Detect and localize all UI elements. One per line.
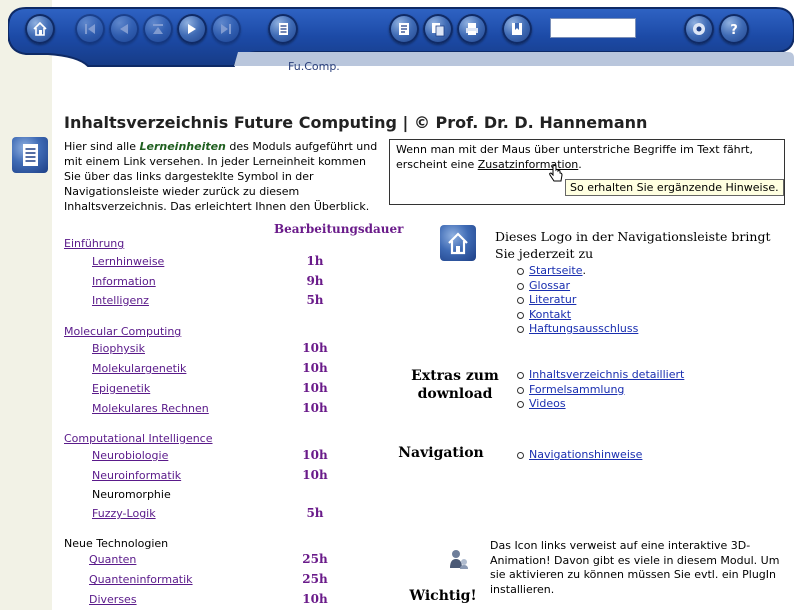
toc-item-epigenetik[interactable]: Epigenetik xyxy=(92,382,150,395)
logo-description: Dieses Logo in der Navigationsleiste bri… xyxy=(495,229,771,261)
contents-icon xyxy=(12,137,48,173)
duration-quanteninformatik: 25h xyxy=(302,572,328,586)
toc-item-intelligenz[interactable]: Intelligenz xyxy=(92,294,149,307)
toc-item-diverses[interactable]: Diverses xyxy=(89,593,137,606)
toc-item-molekulargenetik[interactable]: Molekulargenetik xyxy=(92,362,186,375)
home-button[interactable] xyxy=(25,14,55,44)
previous-page-button[interactable] xyxy=(109,14,139,44)
next-page-icon xyxy=(188,24,196,34)
list-item: Startseite. xyxy=(516,264,638,279)
duration-lernhinweise: 1h xyxy=(306,254,324,268)
last-page-icon xyxy=(221,24,231,34)
up-icon xyxy=(153,24,163,34)
module-map-button[interactable] xyxy=(684,14,714,44)
extras-heading: Extras zum download xyxy=(411,368,499,402)
print-button[interactable] xyxy=(457,14,487,44)
module-map-icon xyxy=(693,23,705,35)
duration-molekulares-rechnen: 10h xyxy=(302,401,328,415)
toc-item-quanten[interactable]: Quanten xyxy=(89,553,136,566)
list-item: Inhaltsverzeichnis detailliert xyxy=(516,368,684,383)
duration-fuzzy-logik: 5h xyxy=(306,506,324,520)
section-einfuehrung[interactable]: Einführung xyxy=(64,237,124,250)
intro-emphasis: Lerneinheiten xyxy=(139,140,226,153)
list-item: Videos xyxy=(516,397,684,412)
contents-button[interactable] xyxy=(268,14,298,44)
tooltip: So erhalten Sie ergänzende Hinweise. xyxy=(565,179,784,196)
glossary-button[interactable] xyxy=(423,14,453,44)
home-logo-icon xyxy=(440,225,476,261)
toc-item-neurobiologie[interactable]: Neurobiologie xyxy=(92,449,168,462)
last-page-button[interactable] xyxy=(211,14,241,44)
toc-item-fuzzy-logik[interactable]: Fuzzy-Logik xyxy=(92,507,156,520)
breadcrumb: Fu.Comp. xyxy=(288,60,340,73)
list-item: Glossar xyxy=(516,279,638,294)
link-inhaltsverzeichnis-detailliert[interactable]: Inhaltsverzeichnis detailliert xyxy=(529,368,684,381)
link-videos[interactable]: Videos xyxy=(529,397,566,410)
3d-animation-icon xyxy=(450,550,468,569)
notes-button[interactable] xyxy=(389,14,419,44)
animation-description: Das Icon links verweist auf eine interak… xyxy=(490,539,780,596)
duration-neurobiologie: 10h xyxy=(302,448,328,462)
duration-information: 9h xyxy=(306,274,324,288)
duration-neuroinformatik: 10h xyxy=(302,468,328,482)
logo-link-list: Startseite. Glossar Literatur Kontakt Ha… xyxy=(516,264,638,337)
link-glossar[interactable]: Glossar xyxy=(529,279,570,292)
list-item: Literatur xyxy=(516,293,638,308)
toc-item-neuroinformatik[interactable]: Neuroinformatik xyxy=(92,469,181,482)
toc-item-molekulares-rechnen[interactable]: Molekulares Rechnen xyxy=(92,402,209,415)
section-neue-technologien: Neue Technologien xyxy=(64,537,169,550)
up-button[interactable] xyxy=(143,14,173,44)
link-startseite[interactable]: Startseite xyxy=(529,264,583,277)
list-item: Formelsammlung xyxy=(516,383,684,398)
list-item: Navigationshinweise xyxy=(516,448,642,463)
print-icon xyxy=(466,23,478,35)
section-molecular-computing[interactable]: Molecular Computing xyxy=(64,325,181,338)
link-haftungsausschluss[interactable]: Haftungsausschluss xyxy=(529,322,638,335)
first-page-icon xyxy=(85,24,95,34)
duration-epigenetik: 10h xyxy=(302,381,328,395)
intro-text: Hier sind alle Lerneinheiten des Moduls … xyxy=(64,140,378,213)
help-icon: ? xyxy=(730,23,738,38)
glossary-icon xyxy=(432,23,445,37)
hand-cursor-icon xyxy=(549,165,563,182)
list-item: Haftungsausschluss xyxy=(516,322,638,337)
navigation-bar: ? Fu.Comp. xyxy=(8,6,794,76)
toc-item-lernhinweise[interactable]: Lernhinweise xyxy=(92,255,164,268)
duration-quanten: 25h xyxy=(302,552,328,566)
toc-item-information[interactable]: Information xyxy=(92,275,156,288)
bookmark-button[interactable] xyxy=(502,14,532,44)
duration-header: Bearbeitungsdauer xyxy=(274,222,404,236)
notes-icon xyxy=(399,23,409,35)
duration-biophysik: 10h xyxy=(302,341,328,355)
svg-text:?: ? xyxy=(730,23,738,38)
duration-diverses: 10h xyxy=(302,592,328,606)
navigation-link-list: Navigationshinweise xyxy=(516,448,642,463)
page-title: Inhaltsverzeichnis Future Computing | © … xyxy=(64,113,648,132)
link-literatur[interactable]: Literatur xyxy=(529,293,576,306)
link-navigationshinweise[interactable]: Navigationshinweise xyxy=(529,448,642,461)
contents-list-icon xyxy=(279,23,288,35)
home-icon xyxy=(33,21,47,36)
next-page-button[interactable] xyxy=(177,14,207,44)
wichtig-heading: Wichtig! xyxy=(409,588,477,604)
navigation-heading: Navigation xyxy=(398,445,484,461)
link-formelsammlung[interactable]: Formelsammlung xyxy=(529,383,624,396)
previous-page-icon xyxy=(120,24,128,34)
link-kontakt[interactable]: Kontakt xyxy=(529,308,571,321)
help-button[interactable]: ? xyxy=(719,14,749,44)
list-item: Kontakt xyxy=(516,308,638,323)
left-margin-bar xyxy=(0,0,52,610)
toc-item-neuromorphie: Neuromorphie xyxy=(92,488,171,501)
toc-item-biophysik[interactable]: Biophysik xyxy=(92,342,145,355)
extras-link-list: Inhaltsverzeichnis detailliert Formelsam… xyxy=(516,368,684,412)
toc-item-quanteninformatik[interactable]: Quanteninformatik xyxy=(89,573,193,586)
search-input[interactable] xyxy=(550,18,636,38)
duration-molekulargenetik: 10h xyxy=(302,361,328,375)
bookmark-icon xyxy=(512,23,522,35)
duration-intelligenz: 5h xyxy=(306,293,324,307)
section-computational-intelligence[interactable]: Computational Intelligence xyxy=(64,432,213,445)
first-page-button[interactable] xyxy=(75,14,105,44)
